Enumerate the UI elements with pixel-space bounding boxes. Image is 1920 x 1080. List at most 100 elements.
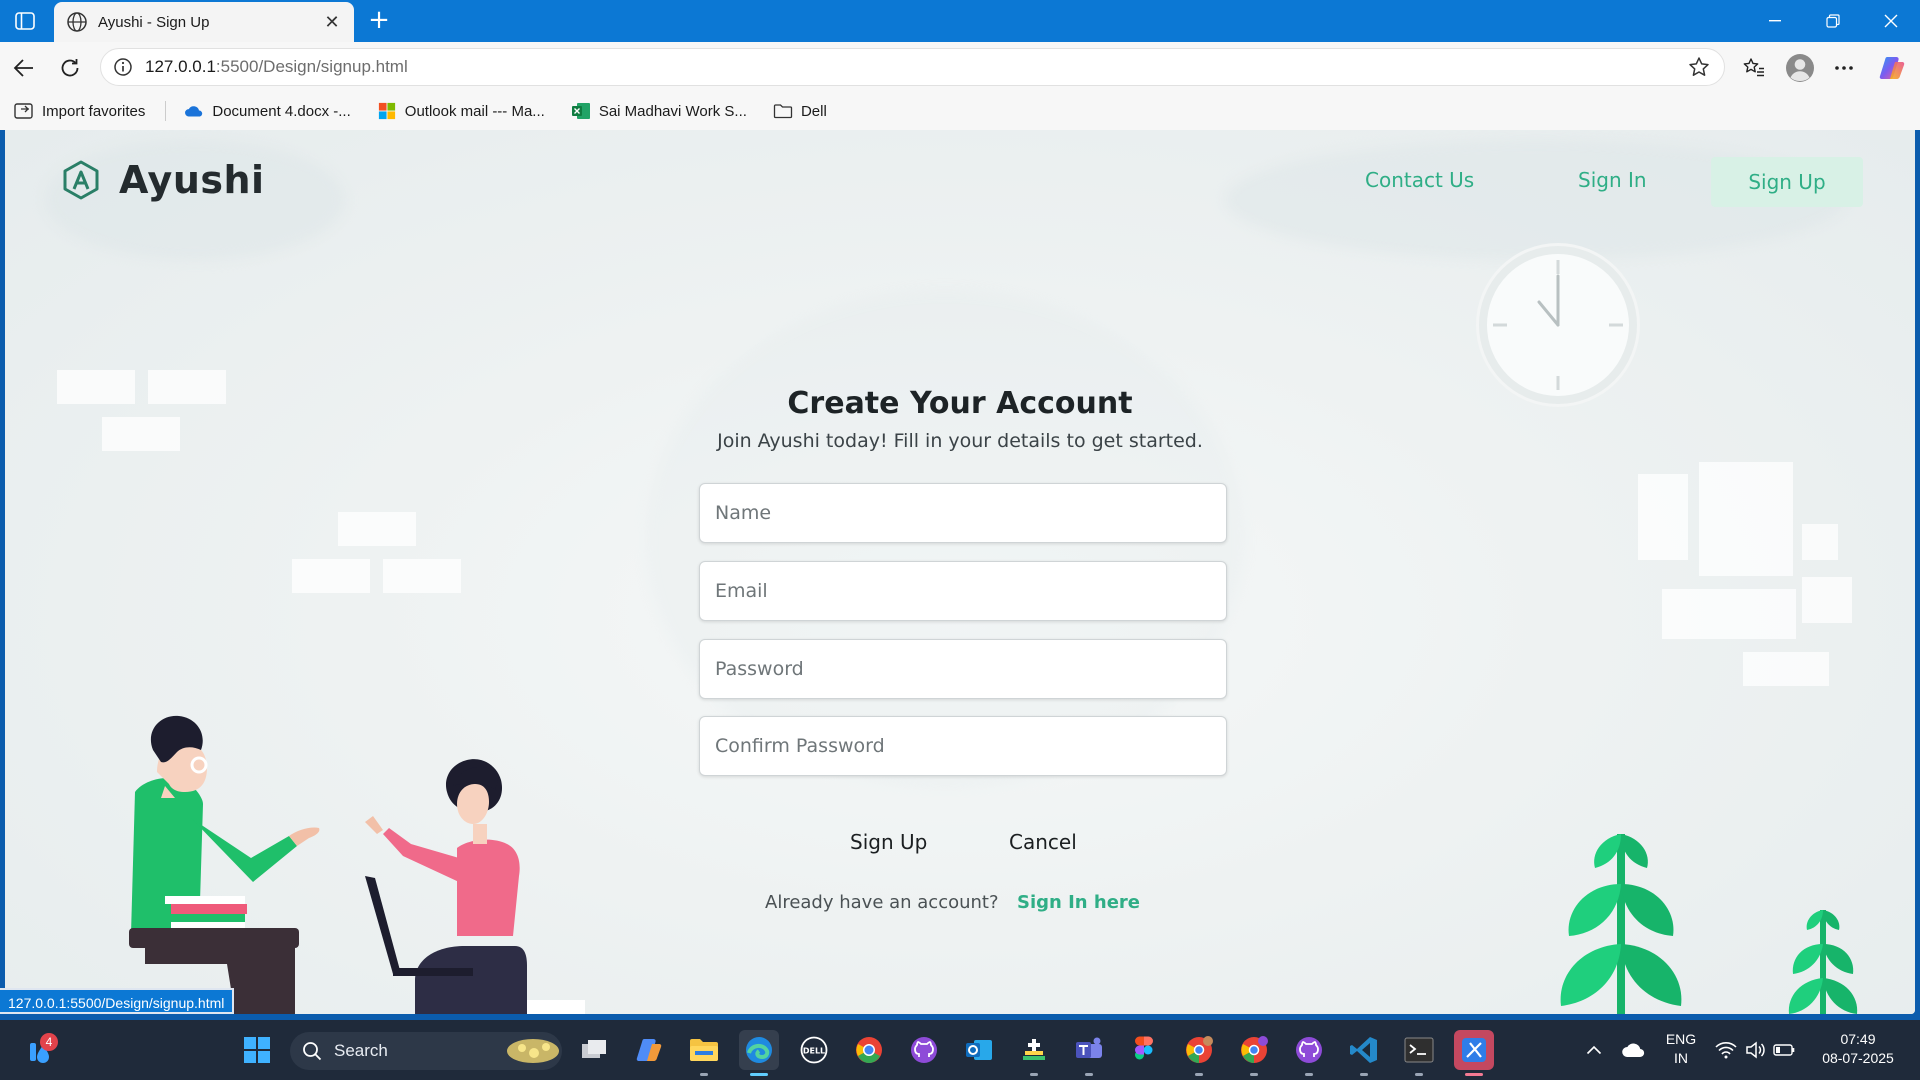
folder-icon bbox=[773, 104, 793, 119]
app-button[interactable] bbox=[1014, 1030, 1054, 1076]
import-icon bbox=[14, 103, 33, 119]
quick-settings-button[interactable] bbox=[1710, 1030, 1800, 1070]
favorite-import[interactable]: Import favorites bbox=[14, 97, 145, 125]
clock-date[interactable]: 07:49 08-07-2025 bbox=[1806, 1030, 1910, 1068]
clock-time: 07:49 bbox=[1840, 1031, 1876, 1047]
close-window-button[interactable] bbox=[1862, 0, 1920, 42]
widgets-button[interactable]: 4 bbox=[20, 1030, 60, 1070]
github-icon bbox=[1296, 1037, 1322, 1063]
back-button[interactable] bbox=[8, 52, 40, 84]
task-view-icon bbox=[582, 1040, 606, 1058]
favorite-star-icon[interactable] bbox=[1688, 56, 1710, 78]
onedrive-tray-button[interactable] bbox=[1613, 1030, 1653, 1070]
brand-logo[interactable]: Ayushi bbox=[61, 158, 265, 202]
taskbar-copilot-button[interactable] bbox=[629, 1030, 669, 1070]
tab-signup[interactable]: Ayushi - Sign Up ✕ bbox=[54, 2, 354, 42]
chrome-profile-button[interactable] bbox=[1179, 1030, 1219, 1076]
taskbar-search-box[interactable]: Search bbox=[290, 1032, 562, 1070]
name-input[interactable] bbox=[699, 483, 1227, 543]
woman-with-laptop-illustration bbox=[365, 759, 585, 1014]
url-path: :5500/Design/signup.html bbox=[215, 57, 408, 76]
notification-badge: 4 bbox=[40, 1033, 58, 1051]
brand-name: Ayushi bbox=[119, 158, 265, 202]
teams-button[interactable] bbox=[1069, 1030, 1109, 1076]
already-account-text: Already have an account? bbox=[765, 892, 999, 913]
snipping-tool-button[interactable] bbox=[1454, 1030, 1494, 1076]
chrome-profile-s-button[interactable] bbox=[1234, 1030, 1274, 1076]
wall-tile bbox=[338, 512, 416, 546]
sign-up-submit-button[interactable]: Sign Up bbox=[850, 830, 927, 854]
teams-icon bbox=[1076, 1037, 1102, 1058]
svg-text:DELL: DELL bbox=[803, 1047, 825, 1056]
windows-logo-icon bbox=[244, 1037, 270, 1063]
new-tab-button[interactable]: + bbox=[364, 6, 394, 36]
settings-more-button[interactable] bbox=[1826, 50, 1862, 86]
man-sitting-illustration bbox=[129, 715, 320, 1014]
logo-hexagon-icon bbox=[63, 160, 99, 200]
email-input[interactable] bbox=[699, 561, 1227, 621]
favorite-outlook[interactable]: Outlook mail --- Ma... bbox=[377, 97, 545, 125]
sign-in-here-link[interactable]: Sign In here bbox=[1017, 892, 1140, 913]
close-tab-icon[interactable]: ✕ bbox=[322, 12, 342, 33]
site-info-icon[interactable] bbox=[113, 57, 133, 77]
excel-icon bbox=[571, 103, 590, 119]
browser-title-bar: Ayushi - Sign Up ✕ + bbox=[0, 0, 1920, 42]
folder-icon bbox=[690, 1039, 718, 1061]
nav-sign-up-button[interactable]: Sign Up bbox=[1711, 157, 1863, 207]
start-button[interactable] bbox=[237, 1030, 277, 1070]
favorite-label: Document 4.docx -... bbox=[212, 102, 351, 120]
minimize-button[interactable] bbox=[1746, 0, 1804, 42]
terminal-button[interactable] bbox=[1399, 1030, 1439, 1076]
confirm-password-input[interactable] bbox=[699, 716, 1227, 776]
favorite-document[interactable]: Document 4.docx -... bbox=[184, 97, 351, 125]
profile-button[interactable] bbox=[1782, 50, 1818, 86]
search-highlight-icon bbox=[507, 1039, 559, 1063]
nav-contact-us-link[interactable]: Contact Us bbox=[1365, 168, 1474, 192]
status-bar-url: 127.0.0.1:5500/Design/signup.html bbox=[0, 988, 235, 1014]
vscode-button[interactable] bbox=[1344, 1030, 1384, 1076]
language-indicator[interactable]: ENG IN bbox=[1656, 1030, 1706, 1068]
github-desktop-button[interactable] bbox=[904, 1030, 944, 1070]
tab-actions-button[interactable] bbox=[10, 8, 40, 34]
wall-frame bbox=[1743, 652, 1829, 686]
task-view-button[interactable] bbox=[574, 1030, 614, 1070]
copilot-button[interactable] bbox=[1874, 50, 1910, 86]
edge-browser-button[interactable] bbox=[739, 1030, 779, 1076]
wall-clock-illustration bbox=[1479, 246, 1637, 404]
search-label: Search bbox=[334, 1041, 388, 1060]
address-bar[interactable]: 127.0.0.1:5500/Design/signup.html bbox=[100, 48, 1725, 86]
figma-button[interactable] bbox=[1124, 1030, 1164, 1070]
tab-title: Ayushi - Sign Up bbox=[98, 13, 210, 31]
wall-frame bbox=[1662, 589, 1796, 639]
restore-icon bbox=[1826, 14, 1840, 28]
refresh-button[interactable] bbox=[54, 52, 86, 84]
favorite-dell-folder[interactable]: Dell bbox=[773, 97, 827, 125]
dell-app-button[interactable]: DELL bbox=[794, 1030, 834, 1070]
refresh-icon bbox=[61, 59, 79, 77]
show-hidden-icons-button[interactable] bbox=[1574, 1030, 1614, 1070]
restore-button[interactable] bbox=[1804, 0, 1862, 42]
nav-sign-in-link[interactable]: Sign In bbox=[1578, 168, 1647, 192]
more-dots-icon bbox=[1835, 66, 1853, 70]
globe-icon bbox=[67, 12, 87, 32]
favorite-label: Outlook mail --- Ma... bbox=[404, 102, 545, 120]
cancel-button[interactable]: Cancel bbox=[1009, 830, 1077, 854]
favorites-button[interactable] bbox=[1736, 50, 1772, 86]
profile-avatar-icon bbox=[1786, 54, 1814, 82]
url-text[interactable]: 127.0.0.1:5500/Design/signup.html bbox=[145, 57, 1688, 77]
outlook-button[interactable] bbox=[959, 1030, 999, 1070]
favorite-excel[interactable]: Sai Madhavi Work S... bbox=[571, 97, 747, 125]
favorite-label: Import favorites bbox=[42, 102, 146, 120]
password-input[interactable] bbox=[699, 639, 1227, 699]
copilot-icon bbox=[1879, 57, 1905, 79]
battery-icon bbox=[1773, 1044, 1795, 1056]
wall-frame bbox=[1638, 474, 1688, 560]
favorites-divider bbox=[165, 101, 167, 121]
file-explorer-button[interactable] bbox=[684, 1030, 724, 1076]
github-desktop-2-button[interactable] bbox=[1289, 1030, 1329, 1076]
cloud-icon bbox=[1622, 1043, 1645, 1058]
close-icon bbox=[1884, 14, 1898, 28]
favorites-list-icon bbox=[1743, 58, 1764, 77]
chrome-button[interactable] bbox=[849, 1030, 889, 1070]
page-title: Create Your Account bbox=[787, 386, 1133, 421]
